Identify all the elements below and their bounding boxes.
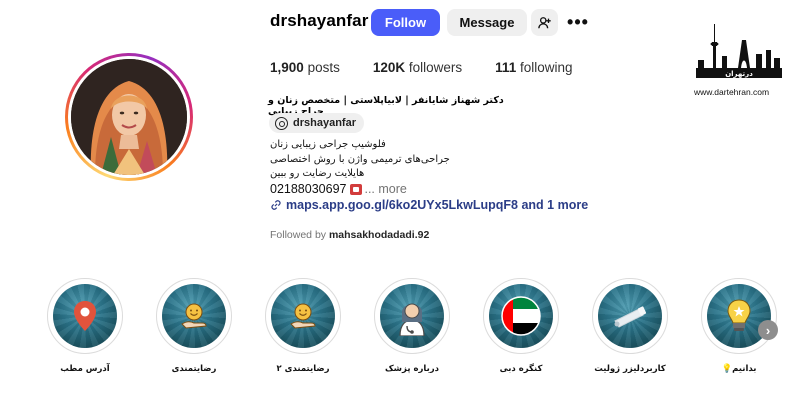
bio-line-2: جراحی‌های ترمیمی واژن با روش اختصاصی xyxy=(270,154,450,165)
avatar xyxy=(71,59,187,175)
highlight-label: رضایتمندی ۲ xyxy=(276,364,330,374)
followers-label: followers xyxy=(408,60,463,75)
hand-smile-icon xyxy=(181,303,207,329)
posts-stat: 1,900 posts xyxy=(270,60,340,75)
more-dots-icon: ••• xyxy=(567,12,589,32)
followed-by-user: mahsakhodadadi.92 xyxy=(328,229,430,241)
highlight-label: بدانیم💡 xyxy=(721,364,757,374)
profile-username: drshayanfar xyxy=(270,11,369,30)
threads-handle: drshayanfar xyxy=(293,117,356,129)
highlight-item[interactable]: رضایتمندی ۲ xyxy=(265,278,341,374)
link-chain-icon xyxy=(271,200,281,210)
add-user-icon xyxy=(537,16,551,28)
doctor-icon xyxy=(399,303,425,336)
message-button[interactable]: Message xyxy=(447,9,527,36)
following-count: 111 xyxy=(495,60,517,75)
threads-badge[interactable]: drshayanfar xyxy=(269,113,364,133)
followed-by[interactable]: Followed by mahsakhodadadi.92 xyxy=(270,229,429,241)
hand-smile-icon xyxy=(290,303,316,329)
posts-count: 1,900 xyxy=(270,60,304,75)
bio-line-3: هایلایت رضایت رو ببین xyxy=(270,168,365,179)
followed-by-prefix: Followed by xyxy=(270,229,327,241)
bio-link-text: maps.app.goo.gl/6ko2UYx5LkwLupqF8 and 1 … xyxy=(286,198,589,212)
bio-line-1: فلوشیپ جراحی زیبایی زنان xyxy=(270,139,386,150)
threads-icon xyxy=(275,116,288,130)
location-pin-icon xyxy=(74,301,96,331)
followers-stat[interactable]: 120K followers xyxy=(373,60,462,75)
telephone-icon xyxy=(350,183,363,195)
highlight-label: آدرس مطب xyxy=(60,364,110,374)
profile-stats: 1,900 posts 120K followers 111 following xyxy=(270,60,606,75)
bio-phone: 02188030697 ... more xyxy=(270,182,407,196)
highlight-item[interactable]: آدرس مطب xyxy=(47,278,123,374)
logo-text: درتهران xyxy=(725,70,753,78)
bio-more-link[interactable]: ... more xyxy=(364,182,406,196)
story-highlights: آدرس مطب رضایتمندی رضایتمندی ۲ درباره پز… xyxy=(0,278,800,388)
laser-device-icon xyxy=(614,306,647,328)
phone-number: 02188030697 xyxy=(270,182,347,196)
highlight-label: کنگره دبی xyxy=(499,364,543,374)
highlight-item[interactable]: رضایتمندی xyxy=(156,278,232,374)
lightbulb-icon xyxy=(727,299,751,331)
avatar-portrait-image xyxy=(71,59,187,175)
follow-button[interactable]: Follow xyxy=(371,9,440,36)
following-label: following xyxy=(519,60,573,75)
followers-count: 120K xyxy=(372,60,406,75)
profile-avatar-ring[interactable] xyxy=(65,53,193,181)
more-options-button[interactable]: ••• xyxy=(563,9,593,36)
highlight-label: درباره پزشک xyxy=(384,364,440,374)
highlight-label: کاربردلیزر ژولیت xyxy=(594,364,666,374)
following-stat[interactable]: 111 following xyxy=(495,60,572,75)
chevron-right-icon: › xyxy=(765,322,771,338)
watermark-url: www.dartehran.com xyxy=(694,87,770,97)
highlight-item[interactable]: درباره پزشک xyxy=(374,278,450,374)
bio-link[interactable]: maps.app.goo.gl/6ko2UYx5LkwLupqF8 and 1 … xyxy=(270,198,588,212)
posts-label: posts xyxy=(307,60,340,75)
highlight-item[interactable]: کاربردلیزر ژولیت xyxy=(592,278,668,374)
highlights-next-button[interactable]: › xyxy=(758,320,778,340)
suggest-users-button[interactable] xyxy=(531,9,558,36)
highlight-item[interactable]: کنگره دبی xyxy=(483,278,559,374)
uae-flag-icon xyxy=(501,296,541,336)
highlight-label: رضایتمندی xyxy=(171,364,217,374)
